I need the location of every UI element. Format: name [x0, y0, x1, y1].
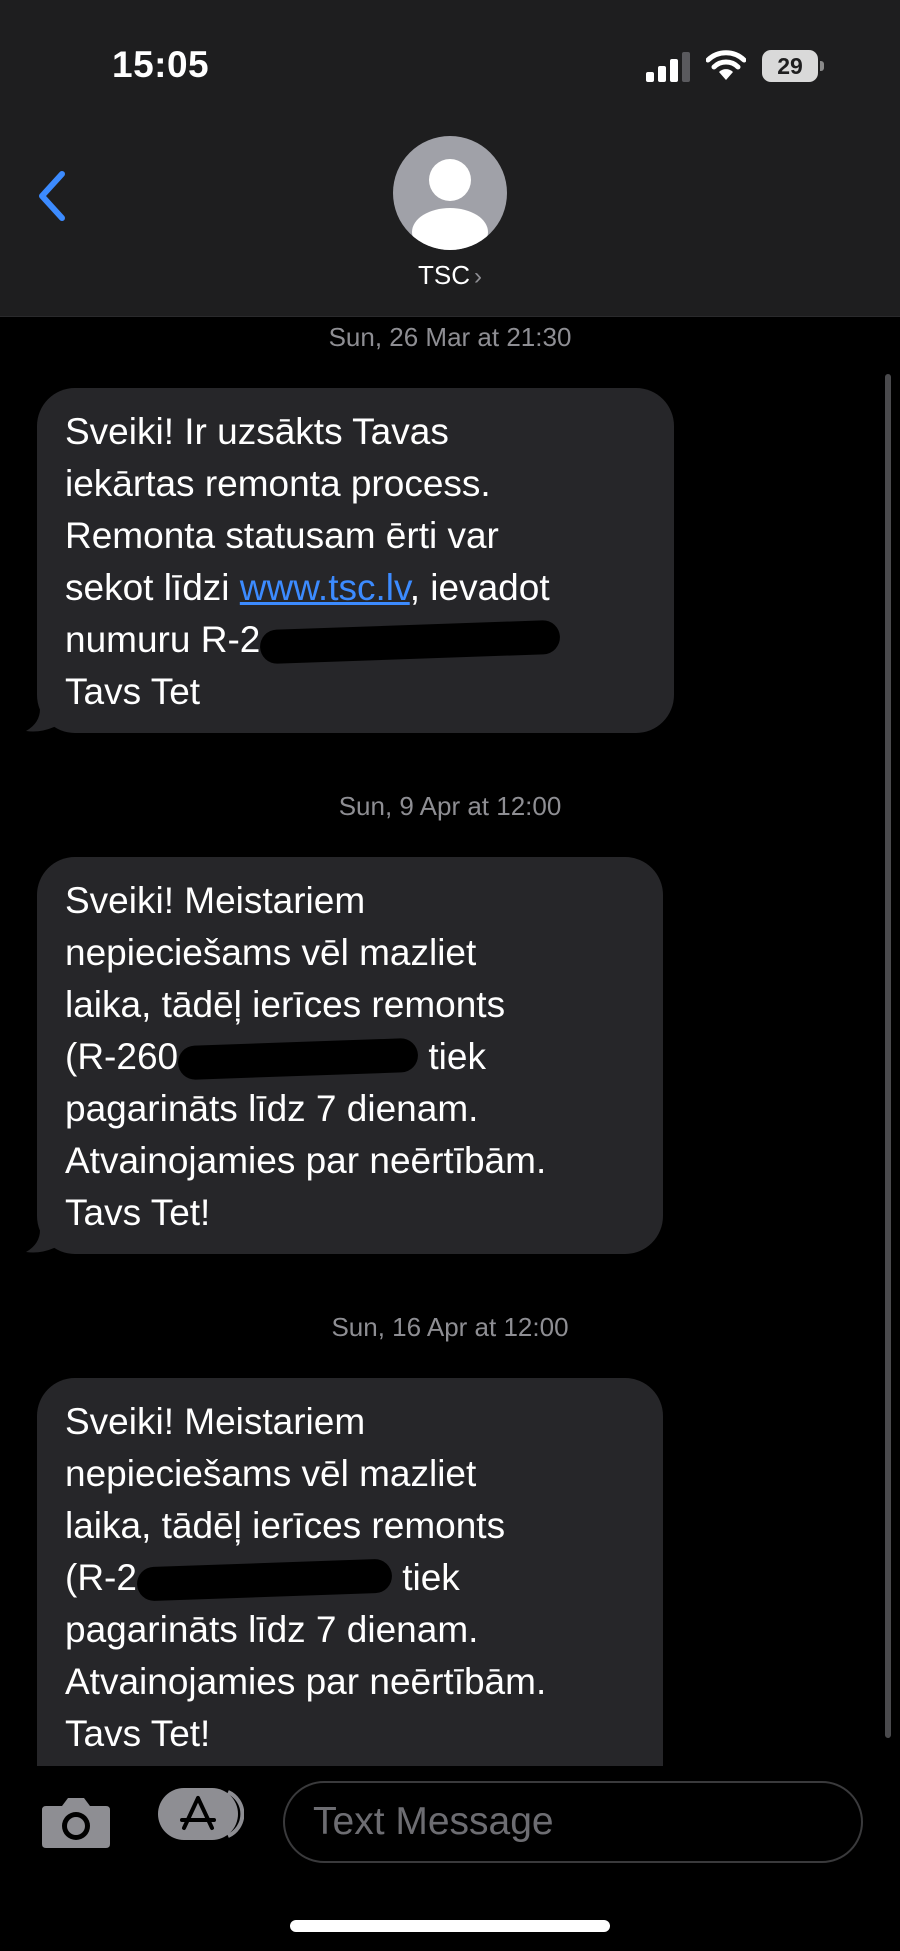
cellular-signal-icon [646, 52, 690, 82]
battery-icon: 29 [762, 50, 824, 82]
message-text: sekot līdzi [65, 567, 240, 608]
message-text: (R-2 [65, 1557, 137, 1598]
message-line: Remonta statusam ērti var [65, 515, 499, 556]
redaction-mark [259, 619, 561, 665]
contact-name-text: TSC [418, 260, 470, 290]
website-link[interactable]: www.tsc.lv [240, 567, 410, 608]
message-input[interactable] [283, 1781, 863, 1863]
redaction-mark [136, 1558, 393, 1602]
message-text: numuru R-2 [65, 619, 261, 660]
message-text: tiek [391, 1557, 460, 1598]
message-line: pagarināts līdz 7 dienam. [65, 1609, 479, 1650]
message-line: Atvainojamies par neērtībām. [65, 1661, 547, 1702]
chevron-right-icon: › [474, 263, 482, 290]
status-time: 15:05 [112, 44, 210, 85]
contact-avatar [393, 136, 507, 250]
message-line: (R-2 tiek [65, 1552, 637, 1604]
message-line: Tavs Tet! [65, 1713, 211, 1754]
battery-cap [820, 61, 824, 71]
message-line: (R-260 tiek [65, 1031, 637, 1083]
message-line: laika, tādēļ ierīces remonts [65, 1505, 506, 1546]
bubble-tail [26, 709, 54, 732]
message-composer [0, 1766, 900, 1951]
conversation-header: 15:05 29 TSC › [0, 0, 900, 317]
message-timestamp: Sun, 26 Mar at 21:30 [328, 322, 572, 352]
message-timestamp: Sun, 16 Apr at 12:00 [331, 1312, 569, 1342]
message-text: tiek [418, 1036, 486, 1077]
scrollbar[interactable] [885, 374, 891, 1738]
back-chevron-icon[interactable] [30, 166, 74, 226]
contact-info-button[interactable]: TSC › [370, 136, 530, 296]
message-line: Sveiki! Meistariem [65, 880, 366, 921]
message-line: nepieciešams vēl mazliet [65, 1453, 477, 1494]
message-bubble[interactable]: Sveiki! Meistariem nepieciešams vēl mazl… [37, 1378, 663, 1768]
message-line: Atvainojamies par neērtībām. [65, 1140, 547, 1181]
home-indicator[interactable] [290, 1920, 610, 1932]
bubble-tail [26, 1230, 54, 1253]
message-line: Sveiki! Meistariem [65, 1401, 366, 1442]
message-line: sekot līdzi www.tsc.lv, ievadot [65, 562, 648, 614]
message-line: laika, tādēļ ierīces remonts [65, 984, 506, 1025]
message-text: , ievadot [409, 567, 550, 608]
app-store-icon[interactable] [158, 1784, 244, 1844]
wifi-icon [706, 50, 746, 80]
message-timestamp: Sun, 9 Apr at 12:00 [338, 791, 562, 821]
battery-level: 29 [777, 53, 803, 79]
message-line: Tavs Tet [65, 671, 201, 712]
message-line: numuru R-2 [65, 614, 648, 666]
message-line: Sveiki! Ir uzsākts Tavas [65, 411, 449, 452]
message-bubble[interactable]: Sveiki! Meistariem nepieciešams vēl mazl… [37, 857, 663, 1254]
message-line: pagarināts līdz 7 dienam. [65, 1088, 479, 1129]
message-bubble[interactable]: Sveiki! Ir uzsākts Tavas iekārtas remont… [37, 388, 674, 733]
message-line: iekārtas remonta process. [65, 463, 491, 504]
message-line: nepieciešams vēl mazliet [65, 932, 477, 973]
message-text: (R-260 [65, 1036, 179, 1077]
contact-name: TSC › [370, 260, 530, 291]
person-icon [412, 159, 488, 250]
camera-icon[interactable] [40, 1792, 112, 1852]
redaction-mark [177, 1038, 419, 1081]
message-line: Tavs Tet! [65, 1192, 211, 1233]
